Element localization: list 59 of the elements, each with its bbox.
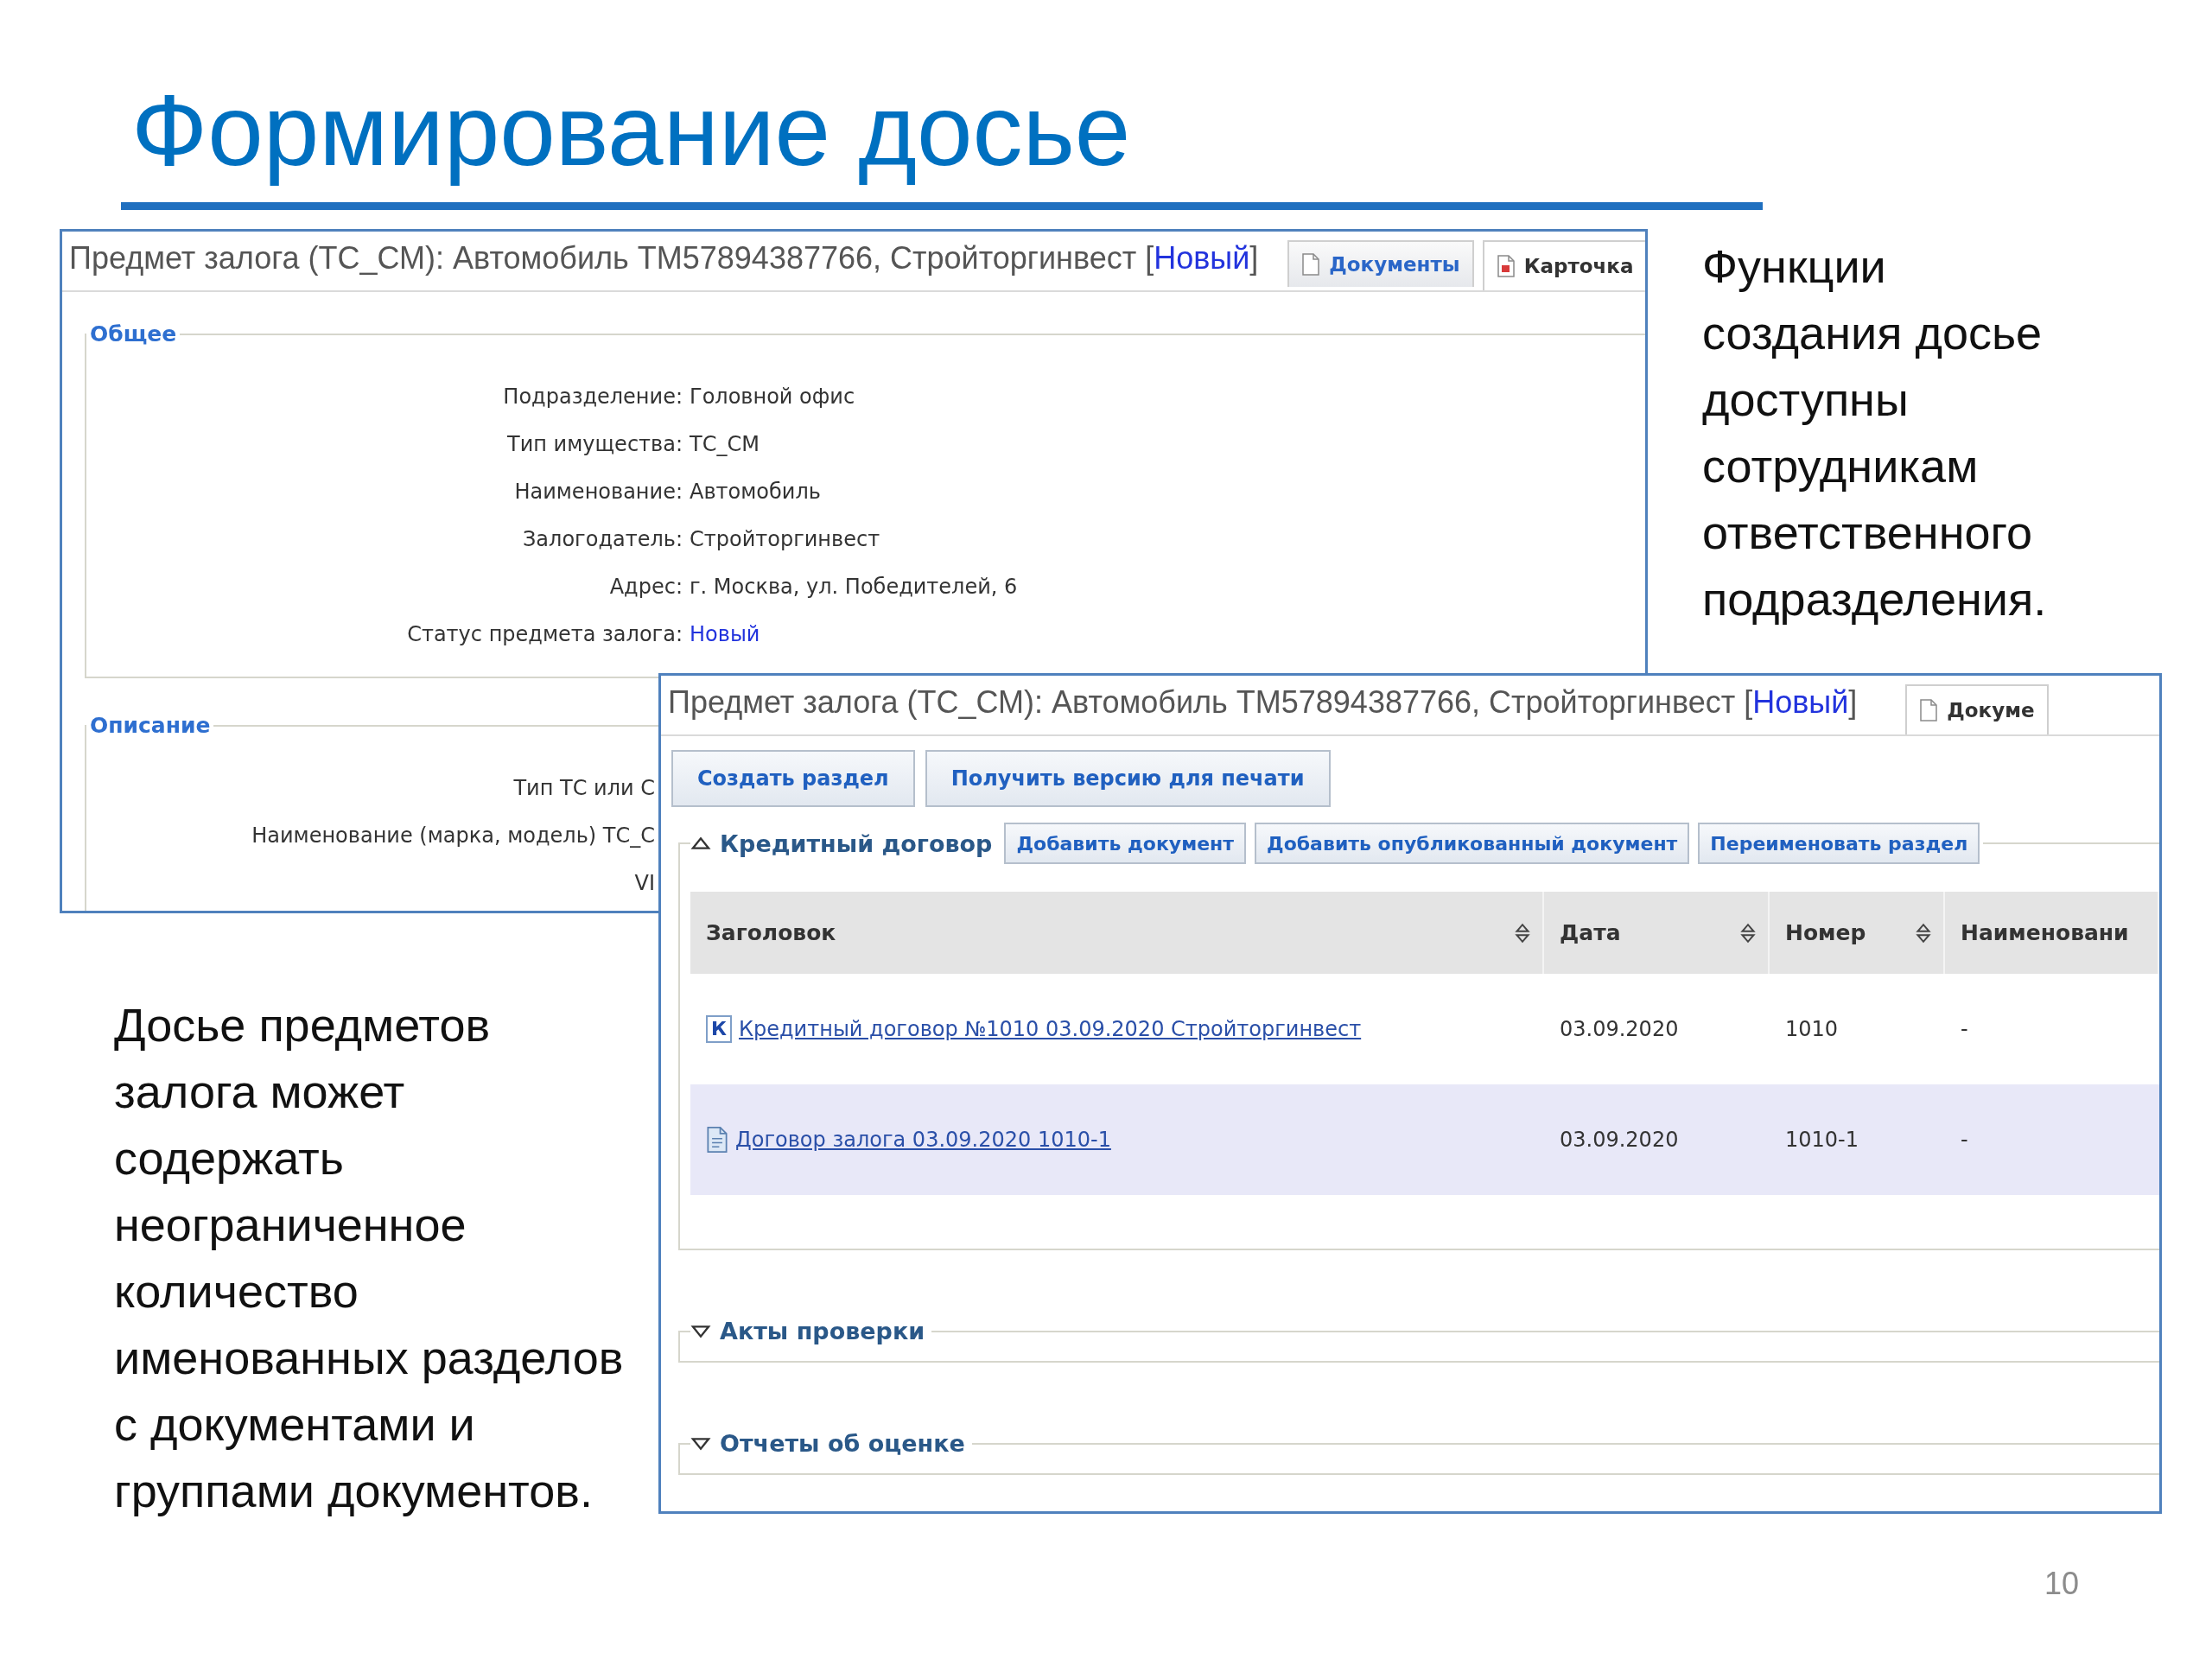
type-badge: К [706,1015,732,1043]
field-value: Головной офис [690,384,855,409]
table-cell-text: 03.09.2020 [1559,1128,1680,1152]
field-label: Наименование (марка, модель) ТС_С [251,823,655,848]
document-link[interactable]: Кредитный договор №1010 03.09.2020 Стройторгинвест [739,1017,1362,1041]
section-action-button[interactable]: Переименовать раздел [1698,823,1980,864]
field-label: VI [633,870,655,895]
sort-icon[interactable] [1515,922,1530,944]
note-text: Досье предметов залога может содержать неограниченное количество именованных разделов с документами и группами документов. [114,998,624,1518]
field-value: Автомобиль [690,479,821,504]
table-cell-text: 1010-1 [1784,1128,1859,1152]
field-label: Залогодатель: [521,526,683,551]
field-label: Статус предмета залога: [406,621,683,646]
status-value: Новый [690,621,760,646]
section-title[interactable]: Кредитный договор [720,830,993,857]
column-header[interactable]: Номер [1770,892,1945,974]
column-header[interactable]: Наименовани [1945,892,2159,974]
field-label: Тип ТС или С [512,775,655,800]
document-icon [1919,699,1939,721]
toolbar-button[interactable]: Создать раздел [671,750,915,807]
section-action-button[interactable]: Добавить документ [1004,823,1247,864]
field-value: Стройторгинвест [690,526,880,551]
tab[interactable]: Карточка [1482,240,1645,290]
tab[interactable]: Документы [1287,240,1474,287]
sort-icon[interactable] [1740,922,1756,944]
table-cell-text: - [1960,1017,1969,1041]
field-label: Наименование: [513,479,683,504]
table-row[interactable]: Договор залога 03.09.2020 1010-1 03.09.2020 1010-1 - [690,1084,2159,1195]
column-header[interactable]: Заголовок [690,892,1544,974]
table-cell-text: 03.09.2020 [1559,1017,1680,1041]
window-title: Предмет залога (ТС_СМ): Автомобиль ТМ57894387766, Стройторгинвест [Новый] [68,240,1259,277]
table-row[interactable]: К Кредитный договор №1010 03.09.2020 Стройторгинвест 03.09.2020 1010 - [690,974,2159,1084]
page-number: 10 [2044,1566,2080,1602]
group-legend: Общее [86,321,181,346]
group-legend: Описание [86,713,214,738]
note-text: Функции создания досье доступны сотрудникам ответственного подразделения. [1702,239,2047,626]
caret-down-icon[interactable] [690,1324,711,1338]
document-link[interactable]: Договор залога 03.09.2020 1010-1 [735,1128,1111,1152]
file-icon [1496,255,1516,277]
field-label: Тип имущества: [506,431,683,456]
document-icon [1301,253,1321,276]
field-label: Адрес: [608,574,683,599]
field-value: г. Москва, ул. Победителей, 6 [690,574,1018,599]
window-title: Предмет залога (ТС_СМ): Автомобиль ТМ57894387766, Стройторгинвест [Новый] [667,684,1858,721]
sort-icon[interactable] [1916,922,1931,944]
toolbar-button[interactable]: Получить версию для печати [925,750,1331,807]
section-title[interactable]: Отчеты об оценке [720,1430,965,1457]
field-value: ТС_СМ [690,431,760,456]
field-label: Подразделение: [502,384,683,409]
slide-title: Формирование досье [131,76,1131,187]
document-icon [706,1126,728,1154]
caret-up-icon[interactable] [690,836,711,850]
table-cell-text: 1010 [1784,1017,1840,1041]
column-header[interactable]: Дата [1544,892,1770,974]
tab[interactable]: Докуме [1905,684,2049,734]
section-title[interactable]: Акты проверки [720,1318,925,1344]
table-cell-text: - [1960,1128,1969,1152]
caret-down-icon[interactable] [690,1436,711,1451]
section-action-button[interactable]: Добавить опубликованный документ [1255,823,1690,864]
